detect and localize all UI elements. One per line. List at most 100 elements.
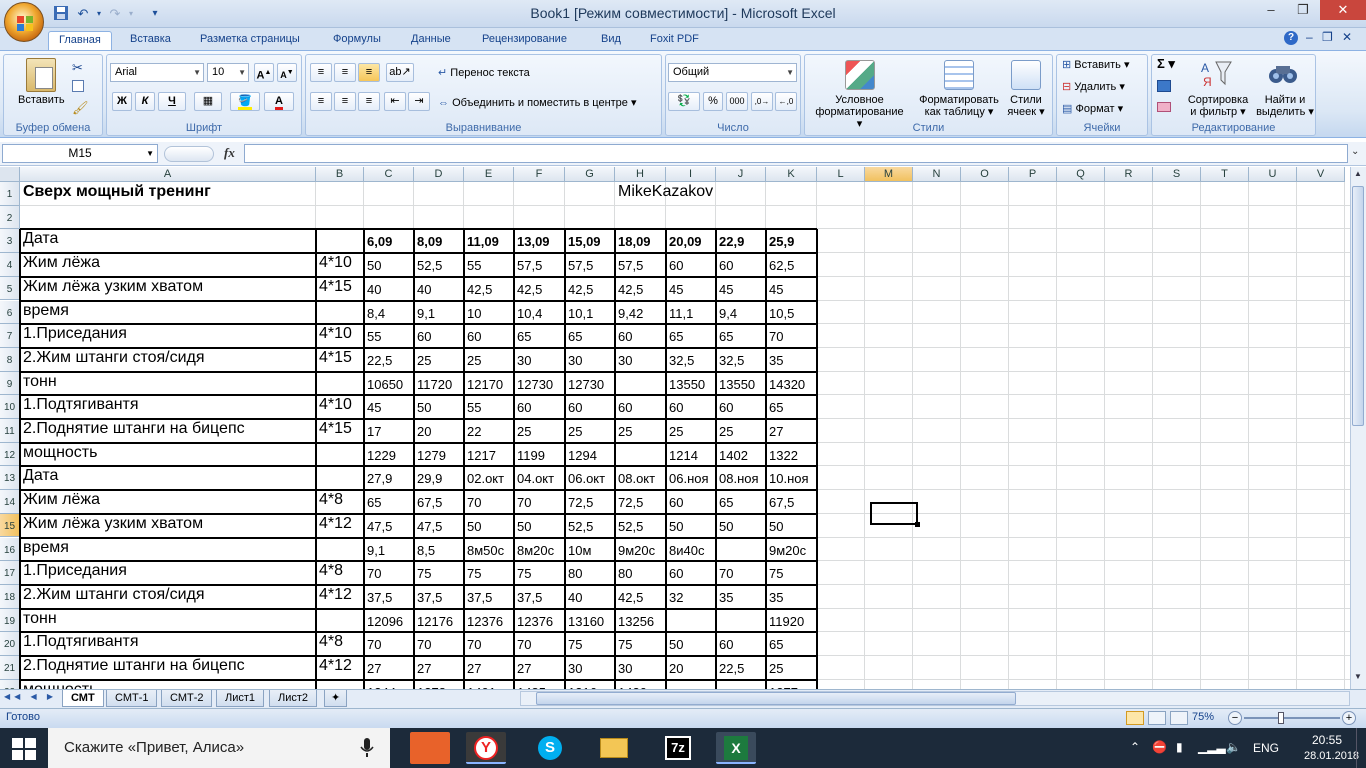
fill-handle[interactable] bbox=[915, 522, 920, 527]
formula-input[interactable] bbox=[244, 144, 1348, 163]
cell-g15[interactable]: 52,5 bbox=[565, 519, 593, 534]
windows-start-icon[interactable] bbox=[12, 738, 36, 760]
cell-f11[interactable]: 25 bbox=[514, 424, 531, 439]
cell-a4[interactable]: Жим лёжа bbox=[20, 254, 100, 272]
row-header-10[interactable]: 10 bbox=[0, 395, 20, 419]
find-select-button[interactable]: Найти и выделить ▾ bbox=[1254, 94, 1316, 118]
cell-e6[interactable]: 10 bbox=[464, 306, 481, 321]
row-header-21[interactable]: 21 bbox=[0, 656, 20, 680]
row-header-18[interactable]: 18 bbox=[0, 584, 20, 609]
cell-c5[interactable]: 40 bbox=[364, 282, 381, 297]
cell-g20[interactable]: 75 bbox=[565, 637, 582, 652]
cell-i14[interactable]: 60 bbox=[666, 495, 683, 510]
cell-j5[interactable]: 45 bbox=[716, 282, 733, 297]
cell-a8[interactable]: 2.Жим штанги стоя/сидя bbox=[20, 349, 205, 367]
cell-a17[interactable]: 1.Приседания bbox=[20, 562, 127, 580]
taskbar-search-box[interactable]: Скажите «Привет, Алиса» bbox=[48, 728, 390, 768]
cell-k3[interactable]: 25,9 bbox=[766, 234, 794, 249]
cell-h8[interactable]: 30 bbox=[615, 353, 632, 368]
cell-j8[interactable]: 32,5 bbox=[716, 353, 744, 368]
cell-a6[interactable]: время bbox=[20, 302, 69, 320]
column-header-l[interactable]: L bbox=[817, 167, 865, 182]
delete-cells-button[interactable]: ⊟ Удалить ▾ bbox=[1062, 80, 1125, 93]
cell-f7[interactable]: 65 bbox=[514, 329, 531, 344]
excel-taskbar-icon[interactable]: X bbox=[716, 732, 756, 764]
column-header-b[interactable]: B bbox=[316, 167, 364, 182]
cell-j11[interactable]: 25 bbox=[716, 424, 733, 439]
column-header-o[interactable]: O bbox=[961, 167, 1009, 182]
sheet-tab-list2[interactable]: Лист2 bbox=[269, 690, 318, 707]
cell-j21[interactable]: 22,5 bbox=[716, 661, 744, 676]
column-header-p[interactable]: P bbox=[1009, 167, 1057, 182]
minimize-button[interactable]: ‒ bbox=[1256, 0, 1286, 20]
column-header-u[interactable]: U bbox=[1249, 167, 1297, 182]
decrease-indent-icon[interactable]: ⇤ bbox=[384, 92, 406, 111]
cell-h14[interactable]: 72,5 bbox=[615, 495, 643, 510]
cell-j14[interactable]: 65 bbox=[716, 495, 733, 510]
cell-k16[interactable]: 9м20с bbox=[766, 543, 806, 558]
language-indicator[interactable]: ENG bbox=[1253, 741, 1279, 755]
cell-g11[interactable]: 25 bbox=[565, 424, 582, 439]
cell-c4[interactable]: 50 bbox=[364, 258, 381, 273]
cell-e15[interactable]: 50 bbox=[464, 519, 481, 534]
cell-b17[interactable]: 4*8 bbox=[316, 562, 343, 580]
cell-i18[interactable]: 32 bbox=[666, 590, 683, 605]
cell-h15[interactable]: 52,5 bbox=[615, 519, 643, 534]
cell-styles-button[interactable]: Стили ячеек ▾ bbox=[1004, 94, 1048, 118]
cell-b11[interactable]: 4*15 bbox=[316, 420, 352, 438]
clock[interactable]: 20:55 28.01.2018 bbox=[1304, 733, 1359, 764]
cell-g14[interactable]: 72,5 bbox=[565, 495, 593, 510]
cell-a10[interactable]: 1.Подтягивантя bbox=[20, 396, 139, 414]
cell-g4[interactable]: 57,5 bbox=[565, 258, 593, 273]
decrease-decimal-icon[interactable]: ←,0 bbox=[775, 92, 797, 111]
align-right-icon[interactable]: ≡ bbox=[358, 92, 380, 111]
column-header-i[interactable]: I bbox=[666, 167, 716, 182]
grow-font-button[interactable]: A▲ bbox=[254, 63, 274, 82]
cell-j20[interactable]: 60 bbox=[716, 637, 733, 652]
cell-f5[interactable]: 42,5 bbox=[514, 282, 542, 297]
cell-h1[interactable]: MikeKazakov bbox=[615, 183, 713, 201]
format-painter-icon[interactable]: 🖌 bbox=[72, 100, 89, 116]
sheet-tab-smt-2[interactable]: СМТ-2 bbox=[161, 690, 213, 707]
cell-g16[interactable]: 10м bbox=[565, 543, 591, 558]
office-button[interactable] bbox=[4, 2, 44, 42]
cell-c15[interactable]: 47,5 bbox=[364, 519, 392, 534]
cell-k19[interactable]: 11920 bbox=[766, 614, 804, 629]
page-layout-view-icon[interactable] bbox=[1148, 711, 1166, 725]
cell-c3[interactable]: 6,09 bbox=[364, 234, 392, 249]
row-header-2[interactable]: 2 bbox=[0, 205, 20, 230]
cell-d18[interactable]: 37,5 bbox=[414, 590, 442, 605]
cell-f18[interactable]: 37,5 bbox=[514, 590, 542, 605]
row-header-17[interactable]: 17 bbox=[0, 561, 20, 585]
cell-j9[interactable]: 13550 bbox=[716, 377, 755, 392]
cell-i15[interactable]: 50 bbox=[666, 519, 683, 534]
cell-i10[interactable]: 60 bbox=[666, 400, 683, 415]
cell-a9[interactable]: тонн bbox=[20, 373, 57, 391]
cell-k21[interactable]: 25 bbox=[766, 661, 783, 676]
row-header-19[interactable]: 19 bbox=[0, 608, 20, 633]
increase-decimal-icon[interactable]: ,0→ bbox=[751, 92, 773, 111]
cell-d7[interactable]: 60 bbox=[414, 329, 431, 344]
cell-e14[interactable]: 70 bbox=[464, 495, 481, 510]
cell-e8[interactable]: 25 bbox=[464, 353, 481, 368]
column-header-v[interactable]: V bbox=[1297, 167, 1345, 182]
skype-icon[interactable]: S bbox=[530, 732, 570, 764]
cell-g12[interactable]: 1294 bbox=[565, 448, 597, 463]
row-header-7[interactable]: 7 bbox=[0, 324, 20, 348]
clear-eraser-icon[interactable] bbox=[1157, 102, 1171, 112]
cell-k5[interactable]: 45 bbox=[766, 282, 783, 297]
cell-k20[interactable]: 65 bbox=[766, 637, 783, 652]
cell-e10[interactable]: 55 bbox=[464, 400, 481, 415]
cell-c10[interactable]: 45 bbox=[364, 400, 381, 415]
cell-a11[interactable]: 2.Поднятие штанги на бицепс bbox=[20, 420, 245, 438]
percent-button[interactable]: % bbox=[703, 92, 723, 111]
cell-d4[interactable]: 52,5 bbox=[414, 258, 442, 273]
cell-d8[interactable]: 25 bbox=[414, 353, 431, 368]
font-color-button[interactable]: A bbox=[264, 92, 294, 111]
cell-b18[interactable]: 4*12 bbox=[316, 586, 352, 604]
microphone-icon[interactable] bbox=[360, 737, 374, 759]
cell-k8[interactable]: 35 bbox=[766, 353, 783, 368]
cell-b10[interactable]: 4*10 bbox=[316, 396, 352, 414]
zoom-slider[interactable] bbox=[1244, 717, 1340, 719]
cell-d5[interactable]: 40 bbox=[414, 282, 431, 297]
